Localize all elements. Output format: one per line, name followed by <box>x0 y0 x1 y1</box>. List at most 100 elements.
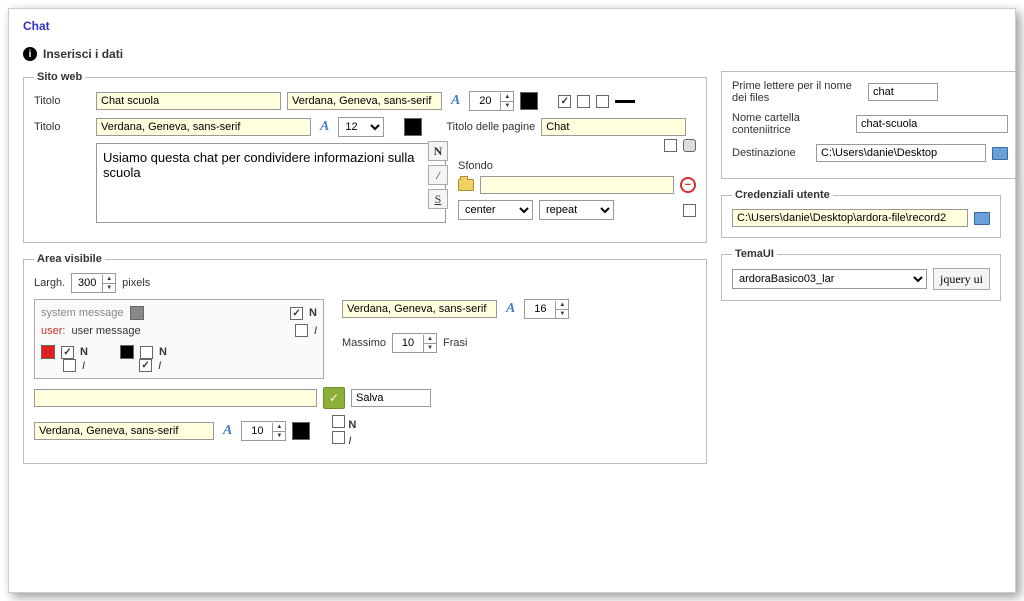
spin-up-icon[interactable]: ▲ <box>556 301 568 310</box>
italic-button[interactable]: / <box>428 165 448 185</box>
info-icon: i <box>23 47 37 61</box>
spin-up-icon[interactable]: ▲ <box>273 423 285 432</box>
section-header: i Inserisci i dati <box>23 47 1001 61</box>
file-settings-group: Prime lettere per il nome dei files Nome… <box>721 71 1019 179</box>
font-a2-icon[interactable]: A <box>317 119 332 135</box>
titolo1-input[interactable] <box>96 92 281 110</box>
credenziali-group: Credenziali utente <box>721 189 1001 238</box>
u2-bold-n: N <box>159 346 167 358</box>
cb-opt2[interactable] <box>577 95 590 108</box>
area-font2-input[interactable] <box>34 422 214 440</box>
spin-down-icon[interactable]: ▼ <box>556 310 568 318</box>
message-preview: system message N user: user message I <box>34 299 324 379</box>
spin-up-icon[interactable]: ▲ <box>424 335 436 344</box>
dest-label: Destinazione <box>732 147 810 159</box>
u1-bold-n: N <box>80 346 88 358</box>
u1-ital-i: I <box>82 360 85 372</box>
salva-input[interactable] <box>351 389 431 407</box>
pages-title-input[interactable] <box>541 118 686 136</box>
area-ital-cb[interactable] <box>332 431 345 444</box>
save-input[interactable] <box>34 389 317 407</box>
u2-bold-cb[interactable] <box>140 346 153 359</box>
sys-ital-cb[interactable] <box>295 324 308 337</box>
tema-select[interactable]: ardoraBasico03_lar <box>732 269 927 289</box>
u1-bold-cb[interactable] <box>61 346 74 359</box>
max-spinner[interactable]: ▲▼ <box>392 333 437 353</box>
ok-button[interactable] <box>323 387 345 409</box>
font2-input[interactable] <box>96 118 311 136</box>
massimo-label: Massimo <box>342 337 386 349</box>
bg-repeat-select[interactable]: repeat <box>539 200 614 220</box>
user-prefix: user: <box>41 325 65 337</box>
font1-input[interactable] <box>287 92 442 110</box>
largh-label: Largh. <box>34 277 65 289</box>
folder-open-icon[interactable] <box>458 179 474 191</box>
cb-pages-2[interactable] <box>683 139 696 152</box>
u1-ital-cb[interactable] <box>63 359 76 372</box>
jquery-ui-button[interactable]: jquery ui <box>933 268 990 290</box>
pixels-label: pixels <box>122 277 150 289</box>
app-title: Chat <box>23 19 1001 33</box>
font-a-icon[interactable]: A <box>448 93 463 109</box>
dest-folder-icon[interactable] <box>992 147 1008 160</box>
spin-down-icon[interactable]: ▼ <box>103 284 115 292</box>
area-font-input[interactable] <box>342 300 497 318</box>
cartella-label: Nome cartella conteniitrice <box>732 112 850 136</box>
area-font2size-value[interactable] <box>242 424 272 438</box>
size1-value[interactable] <box>470 94 500 108</box>
u2-ital-cb[interactable] <box>139 359 152 372</box>
bg-pos-select[interactable]: center <box>458 200 533 220</box>
spin-up-icon[interactable]: ▲ <box>103 275 115 284</box>
area-visibile-group: Area visibile Largh. ▲▼ pixels system me… <box>23 253 707 464</box>
user-color1[interactable] <box>41 345 55 359</box>
insert-data-label: Inserisci i dati <box>43 47 123 61</box>
spin-down-icon[interactable]: ▼ <box>501 102 513 110</box>
cred-legend: Credenziali utente <box>732 189 833 201</box>
cb-pages-1[interactable] <box>664 139 677 152</box>
font-a4-icon[interactable]: A <box>220 423 235 439</box>
description-textarea[interactable]: Usiamo questa chat per condividere infor… <box>96 143 446 223</box>
size2-select[interactable]: 12 <box>338 117 384 137</box>
color1-swatch[interactable] <box>520 92 538 110</box>
bold-button[interactable]: N <box>428 141 448 161</box>
user-message-text: user message <box>71 325 140 337</box>
sito-web-group: Sito web Titolo A ▲▼ <box>23 71 707 243</box>
font-a3-icon[interactable]: A <box>503 301 518 317</box>
cb-opt3[interactable] <box>596 95 609 108</box>
sfondo-label: Sfondo <box>458 160 696 172</box>
spin-up-icon[interactable]: ▲ <box>501 93 513 102</box>
cb-opt1[interactable] <box>558 95 571 108</box>
sfondo-path-input[interactable] <box>480 176 674 194</box>
largh-spinner[interactable]: ▲▼ <box>71 273 116 293</box>
largh-value[interactable] <box>72 276 102 290</box>
cred-input[interactable] <box>732 209 968 227</box>
cartella-input[interactable] <box>856 115 1008 133</box>
sys-ital-i: I <box>314 325 317 337</box>
sys-color-swatch[interactable] <box>130 306 144 320</box>
pages-title-label: Titolo delle pagine <box>446 121 535 133</box>
size1-spinner[interactable]: ▲▼ <box>469 91 514 111</box>
spin-down-icon[interactable]: ▼ <box>273 432 285 440</box>
color2-swatch[interactable] <box>404 118 422 136</box>
user-color2[interactable] <box>120 345 134 359</box>
cred-folder-icon[interactable] <box>974 212 990 225</box>
area-bold-n: N <box>348 419 356 431</box>
area-fontsize-value[interactable] <box>525 302 555 316</box>
area-fontsize-spinner[interactable]: ▲▼ <box>524 299 569 319</box>
underline-button[interactable]: S <box>428 189 448 209</box>
prime-lettere-input[interactable] <box>868 83 938 101</box>
cb-sfondo[interactable] <box>683 204 696 217</box>
delete-icon[interactable] <box>680 177 696 193</box>
thick-line-icon <box>615 100 635 103</box>
titolo2-label: Titolo <box>34 121 90 133</box>
area-font2size-spinner[interactable]: ▲▼ <box>241 421 286 441</box>
area-ital-i: I <box>348 435 351 447</box>
spin-down-icon[interactable]: ▼ <box>424 344 436 352</box>
area-bold-cb[interactable] <box>332 415 345 428</box>
max-value[interactable] <box>393 336 423 350</box>
dest-input[interactable] <box>816 144 986 162</box>
sys-bold-cb[interactable] <box>290 307 303 320</box>
frasi-label: Frasi <box>443 337 467 349</box>
area-color-swatch[interactable] <box>292 422 310 440</box>
temaui-group: TemaUI ardoraBasico03_lar jquery ui <box>721 248 1001 301</box>
